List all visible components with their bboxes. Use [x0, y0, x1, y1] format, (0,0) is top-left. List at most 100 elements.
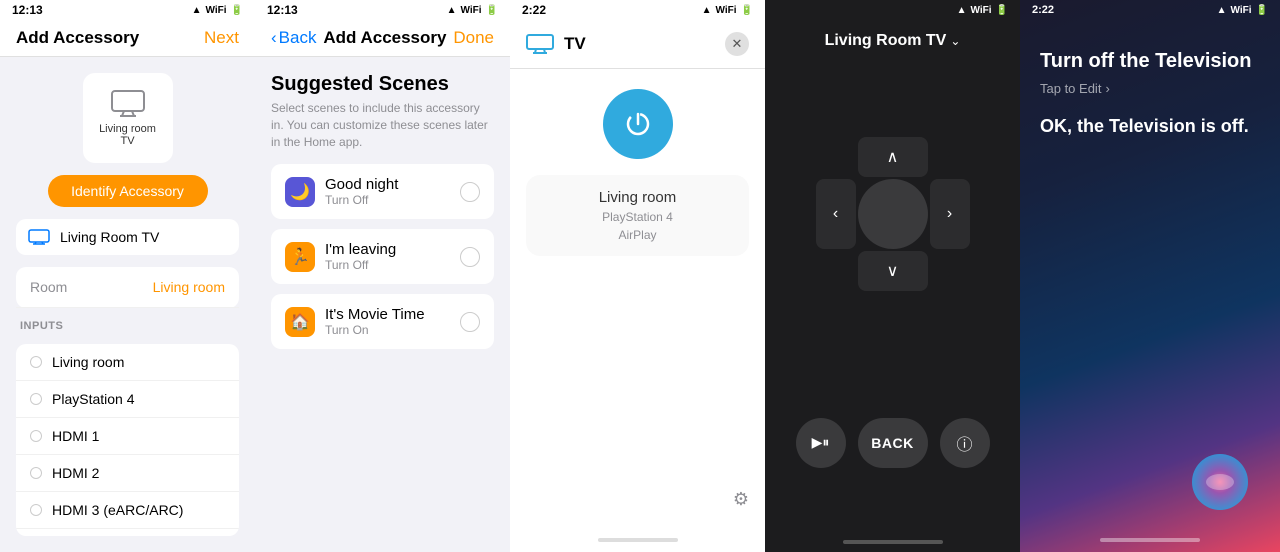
- battery-icon: 🔋: [231, 5, 243, 16]
- modal-header: TV ✕: [510, 20, 765, 69]
- scene-item[interactable]: 🌙 Good night Turn Off: [271, 164, 494, 219]
- close-modal-button[interactable]: ✕: [725, 32, 749, 56]
- status-bar-1: 12:13 ▲ WiFi 🔋: [0, 0, 255, 20]
- back-button-remote[interactable]: BACK: [858, 418, 928, 468]
- input-label: HDMI 2: [52, 465, 99, 481]
- siri-signal-icon: ▲: [1217, 5, 1227, 16]
- input-radio[interactable]: [30, 393, 42, 405]
- siri-battery-icon: 🔋: [1256, 5, 1268, 16]
- siri-wifi-icon: WiFi: [1231, 5, 1252, 16]
- signal-icon: ▲: [192, 5, 202, 16]
- siri-status-icons: ▲ WiFi 🔋: [1217, 5, 1268, 16]
- power-button[interactable]: [603, 89, 673, 159]
- panel-tv-modal: 2:22 ▲ WiFi 🔋 TV ✕ Living room: [510, 0, 765, 552]
- input-radio[interactable]: [30, 430, 42, 442]
- status-icons-1: ▲ WiFi 🔋: [192, 5, 243, 16]
- panel-add-accessory: 12:13 ▲ WiFi 🔋 Add Accessory Next Living…: [0, 0, 255, 552]
- input-item[interactable]: PlayStation 4: [16, 381, 239, 418]
- living-room-tv-row[interactable]: Living Room TV: [16, 219, 239, 255]
- d-empty-tl: [816, 137, 856, 177]
- time-1: 12:13: [12, 3, 43, 17]
- status-bar-2: 12:13 ▲ WiFi 🔋: [255, 0, 510, 20]
- scene-sub: Turn On: [325, 323, 450, 337]
- time-2: 12:13: [267, 3, 298, 17]
- input-item[interactable]: Living room: [16, 344, 239, 381]
- suggested-desc: Select scenes to include this accessory …: [271, 100, 494, 150]
- input-item[interactable]: HDMI 3 (eARC/ARC): [16, 492, 239, 529]
- siri-status-bar: 2:22 ▲ WiFi 🔋: [1020, 0, 1280, 20]
- wifi-icon-2: WiFi: [461, 5, 482, 16]
- nav-title-2: Add Accessory: [323, 28, 446, 48]
- scene-checkbox[interactable]: [460, 182, 480, 202]
- remote-header: Living Room TV ⌄: [765, 20, 1020, 62]
- input-label: HDMI 3 (eARC/ARC): [52, 502, 183, 518]
- siri-tap-edit[interactable]: Tap to Edit ›: [1040, 81, 1260, 96]
- done-button[interactable]: Done: [453, 28, 494, 48]
- panel-tv-remote: ▲ WiFi 🔋 Living Room TV ⌄ ∧ ‹ › ∨ ▶⏸ BAC…: [765, 0, 1020, 552]
- settings-icon[interactable]: ⚙: [733, 489, 749, 509]
- battery-icon-2: 🔋: [486, 5, 498, 16]
- scenes-list: 🌙 Good night Turn Off 🏃 I'm leaving Turn…: [271, 164, 494, 349]
- siri-home-bar: [1100, 538, 1200, 542]
- back-button[interactable]: ‹ Back: [271, 28, 316, 48]
- room-value: Living room: [153, 279, 225, 295]
- device-card: Living room TV: [83, 73, 173, 163]
- battery-icon-3: 🔋: [741, 5, 753, 16]
- d-center-button[interactable]: [858, 179, 928, 249]
- scene-checkbox[interactable]: [460, 312, 480, 332]
- scene-icon: 🏃: [285, 242, 315, 272]
- siri-headline: Turn off the Television: [1040, 50, 1260, 73]
- status-bar-3: 2:22 ▲ WiFi 🔋: [510, 0, 765, 20]
- d-up-button[interactable]: ∧: [858, 137, 928, 177]
- scene-text: Good night Turn Off: [325, 176, 450, 207]
- input-radio[interactable]: [30, 356, 42, 368]
- scene-checkbox[interactable]: [460, 247, 480, 267]
- room-label: Room: [30, 279, 67, 295]
- settings-area: ⚙: [733, 489, 749, 510]
- d-empty-br: [930, 251, 970, 291]
- scene-item[interactable]: 🏠 It's Movie Time Turn On: [271, 294, 494, 349]
- input-item[interactable]: HDMI 4: [16, 529, 239, 536]
- power-icon: [622, 108, 654, 140]
- panel1-content: Living room TV Identify Accessory Living…: [0, 57, 255, 552]
- next-button[interactable]: Next: [204, 28, 239, 48]
- input-item[interactable]: HDMI 1: [16, 418, 239, 455]
- d-empty-tr: [930, 137, 970, 177]
- scene-text: I'm leaving Turn Off: [325, 241, 450, 272]
- panel-siri: 2:22 ▲ WiFi 🔋 Turn off the Television Ta…: [1020, 0, 1280, 552]
- wifi-icon: WiFi: [206, 5, 227, 16]
- remote-chevron-icon[interactable]: ⌄: [950, 34, 960, 48]
- play-pause-icon: ▶⏸: [812, 434, 830, 451]
- tv-icon: [110, 89, 146, 117]
- info-button[interactable]: ⓘ: [940, 418, 990, 468]
- modal-title: TV: [564, 34, 586, 54]
- remote-title: Living Room TV: [825, 32, 947, 50]
- scene-item[interactable]: 🏃 I'm leaving Turn Off: [271, 229, 494, 284]
- siri-time: 2:22: [1032, 4, 1054, 16]
- d-left-button[interactable]: ‹: [816, 179, 856, 249]
- panel-suggested-scenes: 12:13 ▲ WiFi 🔋 ‹ Back Add Accessory Done…: [255, 0, 510, 552]
- time-3: 2:22: [522, 3, 546, 17]
- d-down-button[interactable]: ∨: [858, 251, 928, 291]
- play-pause-button[interactable]: ▶⏸: [796, 418, 846, 468]
- input-radio[interactable]: [30, 504, 42, 516]
- identify-accessory-button[interactable]: Identify Accessory: [48, 175, 208, 207]
- nav-title-1: Add Accessory: [16, 28, 139, 48]
- scene-sub: Turn Off: [325, 193, 450, 207]
- panel2-content: Suggested Scenes Select scenes to includ…: [255, 57, 510, 552]
- d-right-button[interactable]: ›: [930, 179, 970, 249]
- suggested-title: Suggested Scenes: [271, 73, 494, 96]
- siri-response: OK, the Television is off.: [1040, 116, 1260, 137]
- input-radio[interactable]: [30, 467, 42, 479]
- remote-body: ∧ ‹ › ∨ ▶⏸ BACK ⓘ: [765, 62, 1020, 532]
- d-pad: ∧ ‹ › ∨: [816, 137, 970, 291]
- input-label: Living room: [52, 354, 124, 370]
- input-item[interactable]: HDMI 2: [16, 455, 239, 492]
- back-chevron-icon: ‹: [271, 28, 277, 48]
- status-icons-4: ▲ WiFi 🔋: [957, 5, 1008, 16]
- scene-icon: 🌙: [285, 177, 315, 207]
- remote-bottom-controls: ▶⏸ BACK ⓘ: [796, 418, 990, 468]
- source-card[interactable]: Living room PlayStation 4 AirPlay: [526, 175, 749, 256]
- nav-bar-1: Add Accessory Next: [0, 20, 255, 57]
- room-row[interactable]: Room Living room: [16, 267, 239, 308]
